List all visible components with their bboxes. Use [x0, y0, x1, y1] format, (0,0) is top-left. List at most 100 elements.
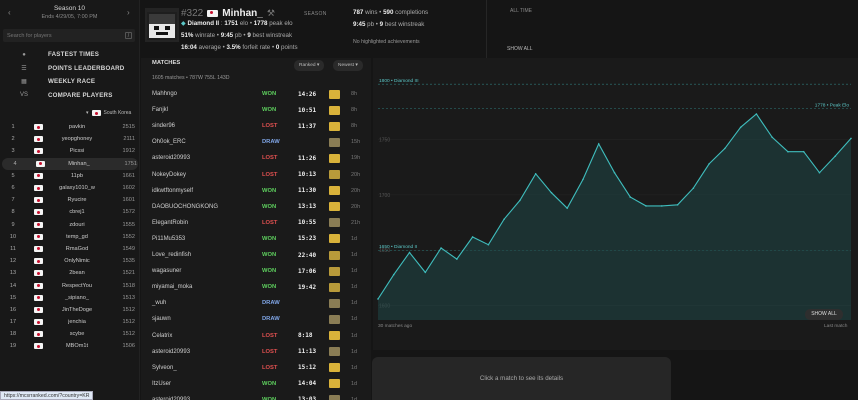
match-result: WON	[262, 235, 277, 242]
leaderboard-row[interactable]: 18 scybe 1512	[0, 328, 140, 340]
leaderboard-name: JinTheDoge	[61, 306, 93, 313]
forfeit-rate-suffix: forfeit rate	[242, 44, 271, 51]
match-row[interactable]: Love_redinfish WON 22:40 1d	[141, 247, 371, 263]
temple-seed-icon	[329, 170, 340, 180]
leaderboard-row[interactable]: 5 11pb 1661	[0, 170, 140, 182]
leaderboard-elo: 1572	[122, 209, 135, 216]
elo-point	[739, 126, 742, 129]
match-time: 15:23	[298, 235, 317, 243]
leaderboard-elo: 1513	[122, 294, 135, 301]
match-row[interactable]: Fanjkl WON 10:51 8h	[141, 102, 371, 118]
leaderboard-row[interactable]: 4 Minhan_ 1751	[2, 157, 138, 170]
elo-point	[471, 236, 474, 238]
nav-weekly-race[interactable]: ▦ WEEKLY RACE	[0, 75, 140, 89]
leaderboard-name: OnlyNimic	[64, 258, 90, 265]
leaderboard-name: MBOm1t	[65, 343, 89, 350]
match-row[interactable]: Sylveon_ LOST 15:12 1d	[141, 360, 371, 376]
match-age: 1d	[351, 284, 358, 291]
leaderboard-row[interactable]: 1 pavkin 2515	[0, 121, 140, 133]
match-row[interactable]: DAOBUOCHONGKONG WON 13:13 20h	[141, 199, 371, 215]
leaderboard-row[interactable]: 13 2bean 1521	[0, 267, 140, 279]
leaderboard-name: RespectYou	[62, 282, 92, 289]
match-row[interactable]: Celatrix LOST 8:18 1d	[141, 328, 371, 344]
match-row[interactable]: asteroid20993 LOST 11:13 1d	[141, 344, 371, 360]
y-tick-label: 1700	[379, 193, 390, 199]
nav-compare-players[interactable]: VS COMPARE PLAYERS	[0, 89, 140, 103]
shipwreck-seed-icon	[329, 314, 340, 324]
season-selector[interactable]: Season 10 Ends 4/29/05, 7:00 PM	[0, 0, 139, 22]
nav-fastest-times[interactable]: ● FASTEST TIMES	[0, 48, 140, 62]
match-row[interactable]: ItzUser WON 14:04 1d	[141, 376, 371, 392]
match-opponent: Sylveon_	[152, 364, 177, 371]
ranked-filter-dropdown[interactable]: Ranked ▾	[294, 60, 325, 71]
korea-flag-icon	[34, 258, 43, 265]
match-opponent: Fanjkl	[152, 107, 169, 114]
match-result: LOST	[262, 155, 278, 162]
match-row[interactable]: NokeyDokey LOST 10:13 20h	[141, 167, 371, 183]
chevron-left-icon[interactable]: ‹	[8, 8, 11, 17]
trophy-icon: ☰	[21, 65, 27, 72]
match-row[interactable]: sjauwn DRAW 1d	[141, 311, 371, 327]
elo-point	[692, 187, 695, 190]
match-row[interactable]: wagasuner WON 17:06 1d	[141, 263, 371, 279]
chart-show-all-button[interactable]: SHOW ALL	[805, 309, 843, 320]
alltime-winstreak-value: 9	[379, 21, 384, 28]
match-row[interactable]: ElegantRobin LOST 10:55 21h	[141, 215, 371, 231]
match-time: 11:13	[298, 348, 317, 356]
match-row[interactable]: idkwtftonmyself WON 11:30 20h	[141, 183, 371, 199]
nav-label: POINTS LEADERBOARD	[48, 64, 125, 72]
leaderboard-row[interactable]: 19 MBOm1t 1506	[0, 340, 140, 352]
leaderboard-row[interactable]: 2 yeopghoney 2111	[0, 133, 140, 145]
leaderboard-row[interactable]: 12 OnlyNimic 1535	[0, 255, 140, 267]
leaderboard-rank: 12	[9, 258, 17, 265]
leaderboard-row[interactable]: 9 zdouri 1555	[0, 219, 140, 231]
korea-flag-icon	[34, 185, 43, 192]
completions-suffix: completions	[395, 9, 429, 16]
leaderboard-rank: 16	[9, 306, 17, 313]
leaderboard-elo: 1549	[122, 245, 135, 252]
match-row[interactable]: asteroid20993 WON 13:03 1d	[141, 392, 371, 400]
leaderboard-row[interactable]: 11 RmaGod 1549	[0, 243, 140, 255]
achievements-show-all-button[interactable]: SHOW ALL	[507, 46, 533, 52]
match-age: 1d	[351, 252, 358, 259]
diamond-icon: ◆	[181, 20, 186, 27]
match-row[interactable]: asteroid20993 LOST 11:26 19h	[141, 150, 371, 166]
match-time: 17:06	[298, 267, 317, 275]
match-opponent: ItzUser	[152, 380, 172, 387]
sort-dropdown[interactable]: Newest ▾	[333, 60, 363, 71]
leaderboard-row[interactable]: 3 Picssi 1912	[0, 145, 140, 157]
match-row[interactable]: _wuh DRAW 1d	[141, 295, 371, 311]
alltime-pb-value: 9:45	[353, 21, 366, 28]
season-tag: SEASON	[304, 11, 327, 17]
leaderboard-elo: 1535	[122, 258, 135, 265]
match-row[interactable]: sinder96 LOST 11:37 8h	[141, 118, 371, 134]
leaderboard-row[interactable]: 14 RespectYou 1518	[0, 279, 140, 291]
match-age: 21h	[351, 219, 361, 226]
elo-point	[534, 173, 537, 175]
alltime-winstreak-suffix: best winstreak	[384, 21, 425, 28]
leaderboard-row[interactable]: 15 _sipiano_ 1513	[0, 292, 140, 304]
wins-suffix: wins	[365, 9, 378, 16]
region-filter[interactable]: ▾ South Korea	[86, 109, 131, 117]
korea-flag-icon	[34, 282, 43, 289]
leaderboard-name: pavkin	[68, 124, 86, 131]
match-detail-placeholder: Click a match to see its details	[372, 357, 671, 400]
nav-points-leaderboard[interactable]: ☰ POINTS LEADERBOARD	[0, 62, 140, 76]
match-row[interactable]: Mahhngo WON 14:26 8h	[141, 86, 371, 102]
leaderboard-row[interactable]: 6 galaxy1010_w 1602	[0, 182, 140, 194]
chevron-right-icon[interactable]: ›	[127, 8, 130, 17]
match-result: DRAW	[262, 139, 280, 146]
search-input[interactable]	[3, 29, 113, 42]
match-row[interactable]: Pi11Mu5353 WON 15:23 1d	[141, 231, 371, 247]
match-row[interactable]: Oh0ok_ERC DRAW 15h	[141, 134, 371, 150]
leaderboard-row[interactable]: 8 cbrej1 1572	[0, 206, 140, 218]
leaderboard-row[interactable]: 16 JinTheDoge 1512	[0, 304, 140, 316]
leaderboard-row[interactable]: 17 jenchia 1512	[0, 316, 140, 328]
elo-point	[503, 218, 505, 221]
match-row[interactable]: miyamai_moka WON 19:42 1d	[141, 279, 371, 295]
elo-point	[377, 298, 379, 300]
match-time: 13:13	[298, 203, 317, 211]
leaderboard-row[interactable]: 10 temp_gd 1552	[0, 231, 140, 243]
leaderboard-row[interactable]: 7 Ryucire 1601	[0, 194, 140, 206]
elo-point	[424, 271, 427, 274]
